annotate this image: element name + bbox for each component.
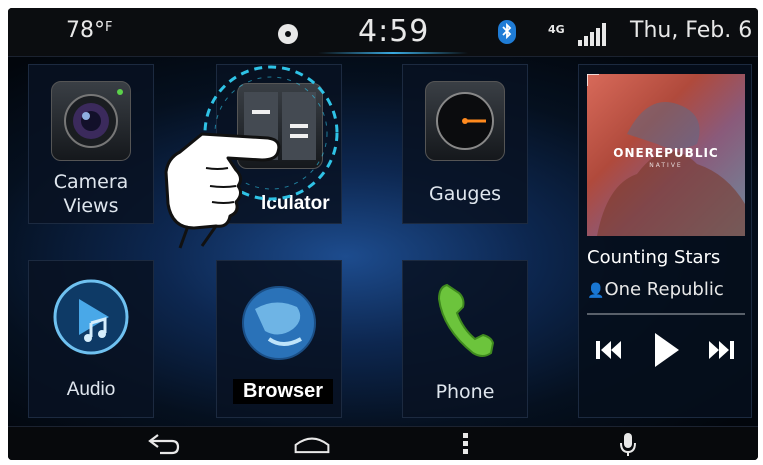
- menu-icon[interactable]: [446, 431, 486, 457]
- next-track-icon[interactable]: [707, 335, 737, 365]
- browser-label: Browser: [233, 379, 334, 404]
- play-icon[interactable]: [651, 331, 681, 369]
- camera-views-label-line1: Camera: [53, 171, 129, 193]
- song-title: Counting Stars: [587, 247, 721, 268]
- globe-icon: [242, 286, 316, 360]
- time-indicator: [318, 52, 468, 54]
- pointing-hand-icon: [164, 132, 281, 249]
- album-title: NATIVE: [649, 162, 683, 169]
- disc-icon: [278, 24, 298, 44]
- browser-tile[interactable]: Browser: [216, 260, 342, 418]
- gauge-icon: [425, 81, 505, 161]
- clock: 4:59: [358, 14, 430, 49]
- camera-views-label-line2: Views: [63, 195, 119, 217]
- phone-label: Phone: [435, 381, 495, 403]
- playback-progress[interactable]: [587, 313, 745, 315]
- album-band-name: ONEREPUBLIC: [613, 146, 719, 160]
- network-type-label: 4G: [548, 23, 565, 36]
- phone-icon: [437, 283, 495, 357]
- gauges-tile[interactable]: Gauges: [402, 64, 528, 224]
- navigation-bar: [8, 426, 758, 460]
- person-icon: 👤: [587, 283, 605, 299]
- date: Thu, Feb. 6: [630, 18, 753, 43]
- home-icon[interactable]: [292, 431, 332, 457]
- temperature: 78°F: [66, 18, 113, 43]
- artist-name: 👤One Republic: [587, 279, 724, 300]
- back-icon[interactable]: [144, 431, 184, 457]
- signal-strength-icon: 4G: [548, 20, 618, 48]
- infotainment-screen: 78°F 4:59 4G Thu, Feb. 6 Camera Views lc…: [8, 8, 758, 460]
- audio-label: Audio: [66, 379, 116, 400]
- camera-icon: [51, 81, 131, 161]
- now-playing-card[interactable]: ONEREPUBLIC NATIVE Counting Stars 👤One R…: [578, 64, 752, 418]
- voice-icon[interactable]: [608, 431, 648, 457]
- status-bar: 78°F 4:59 4G Thu, Feb. 6: [8, 8, 758, 57]
- gauges-label: Gauges: [428, 183, 502, 205]
- audio-icon: [53, 279, 129, 355]
- album-art: ONEREPUBLIC NATIVE: [587, 74, 745, 236]
- previous-track-icon[interactable]: [593, 335, 623, 365]
- bluetooth-icon: [498, 20, 516, 44]
- phone-tile[interactable]: Phone: [402, 260, 528, 418]
- audio-tile[interactable]: Audio: [28, 260, 154, 418]
- home-screen: 78°F 4:59 4G Thu, Feb. 6 Camera Views lc…: [8, 8, 758, 460]
- camera-views-tile[interactable]: Camera Views: [28, 64, 154, 224]
